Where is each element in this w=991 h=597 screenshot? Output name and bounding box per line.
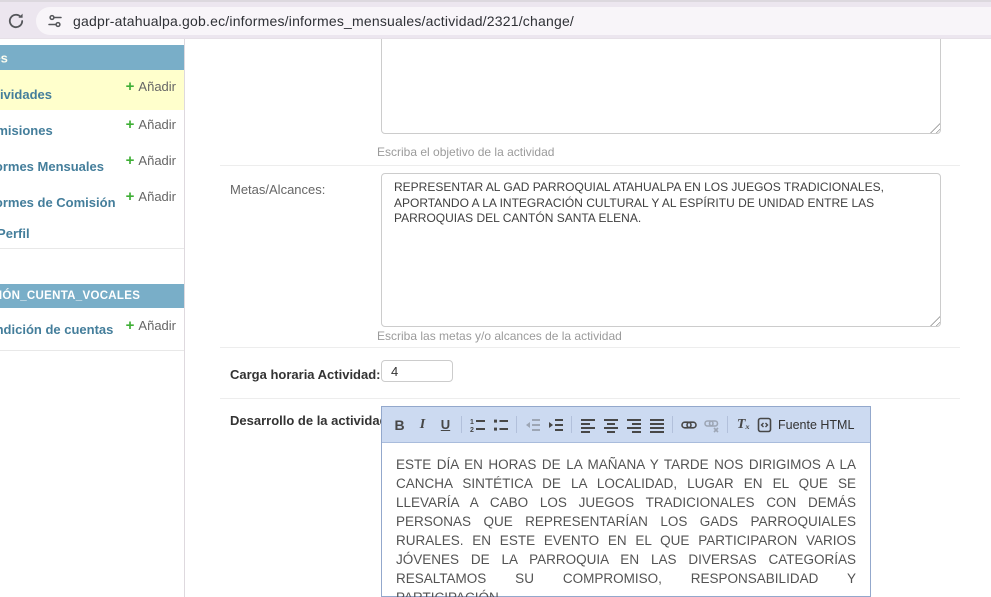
underline-button[interactable]: U [434, 413, 457, 437]
toolbar-separator [727, 416, 728, 433]
browser-toolbar: gadpr-atahualpa.gob.ec/informes/informes… [0, 0, 991, 39]
svg-text:2: 2 [470, 427, 474, 433]
objetivo-help-text: Escriba el objetivo de la actividad [377, 145, 554, 159]
source-icon[interactable] [755, 413, 773, 437]
unlink-button [700, 413, 723, 437]
section-title: Informes [0, 50, 8, 65]
plus-icon: + [126, 188, 135, 205]
sidebar-item-label[interactable]: Informes Mensuales [0, 159, 104, 174]
sidebar-item-mi-perfil[interactable]: Mi Perfil [0, 218, 184, 249]
toolbar-separator [516, 416, 517, 433]
row-divider [220, 398, 960, 399]
source-button-label[interactable]: Fuente HTML [778, 418, 854, 432]
section-title: RENDICIÓN_CUENTA_VOCALES [0, 290, 140, 302]
sidebar-item-label[interactable]: Informes de Comisión [0, 195, 116, 210]
plus-icon: + [126, 78, 135, 95]
desarrollo-label: Desarrollo de la actividad: [230, 413, 392, 428]
numbered-list-button[interactable]: 1 2 [466, 413, 489, 437]
sidebar-item-label[interactable]: Comisiones [0, 123, 53, 138]
carga-horaria-label: Carga horaria Actividad: [230, 367, 381, 382]
sidebar-item-actividades[interactable]: Actividades +Añadir [0, 70, 184, 111]
plus-icon: + [126, 317, 135, 334]
reload-icon[interactable] [6, 11, 26, 31]
bold-button[interactable]: B [388, 413, 411, 437]
justify-button[interactable] [645, 413, 668, 437]
add-informe-comision-link[interactable]: +Añadir [126, 188, 176, 205]
editor-content[interactable]: ESTE DÍA EN HORAS DE LA MAÑANA Y TARDE N… [382, 443, 870, 597]
sidebar-item-informes-mensuales[interactable]: Informes Mensuales +Añadir [0, 146, 184, 183]
sidebar: Informes Actividades +Añadir Comisiones … [0, 39, 184, 369]
toolbar-separator [571, 416, 572, 433]
toolbar-separator [461, 416, 462, 433]
metas-help-text: Escriba las metas y/o alcances de la act… [377, 329, 622, 343]
add-rendicion-link[interactable]: +Añadir [126, 317, 176, 334]
sidebar-divider [184, 39, 185, 597]
sidebar-item-label[interactable]: Mi Perfil [0, 226, 30, 241]
site-settings-tune-icon[interactable] [47, 13, 63, 29]
toolbar-separator [672, 416, 673, 433]
plus-icon: + [126, 116, 135, 133]
editor-toolbar: B I U 1 2 [382, 407, 870, 443]
sidebar-item-rendicion-de-cuentas[interactable]: Rendición de cuentas +Añadir [0, 308, 184, 351]
link-button[interactable] [677, 413, 700, 437]
sidebar-item-informes-de-comision[interactable]: Informes de Comisión +Añadir [0, 182, 184, 219]
decrease-indent-button [521, 413, 544, 437]
align-right-button[interactable] [622, 413, 645, 437]
sidebar-item-comisiones[interactable]: Comisiones +Añadir [0, 110, 184, 147]
sidebar-section-rendicion-cuenta-vocales[interactable]: RENDICIÓN_CUENTA_VOCALES [0, 284, 184, 308]
italic-button[interactable]: I [411, 413, 434, 437]
metas-textarea[interactable]: REPRESENTAR AL GAD PARROQUIAL ATAHUALPA … [381, 173, 941, 327]
browser-window: gadpr-atahualpa.gob.ec/informes/informes… [0, 0, 991, 597]
bulleted-list-button[interactable] [489, 413, 512, 437]
add-actividad-link[interactable]: +Añadir [126, 78, 176, 95]
plus-icon: + [126, 152, 135, 169]
remove-format-button[interactable]: Tₓ [732, 413, 755, 437]
metas-label: Metas/Alcances: [230, 182, 325, 197]
sidebar-item-label[interactable]: Actividades [0, 87, 52, 102]
align-left-button[interactable] [576, 413, 599, 437]
row-divider [220, 165, 960, 166]
url-bar[interactable]: gadpr-atahualpa.gob.ec/informes/informes… [36, 7, 991, 35]
align-center-button[interactable] [599, 413, 622, 437]
rich-text-editor: B I U 1 2 [381, 406, 871, 597]
sidebar-item-label[interactable]: Rendición de cuentas [0, 322, 113, 337]
row-divider [220, 347, 960, 348]
svg-text:1: 1 [470, 419, 474, 426]
carga-horaria-input[interactable] [381, 360, 453, 382]
add-comision-link[interactable]: +Añadir [126, 116, 176, 133]
increase-indent-button[interactable] [544, 413, 567, 437]
sidebar-section-informes[interactable]: Informes [0, 45, 184, 70]
url-text: gadpr-atahualpa.gob.ec/informes/informes… [73, 13, 574, 29]
add-informe-mensual-link[interactable]: +Añadir [126, 152, 176, 169]
